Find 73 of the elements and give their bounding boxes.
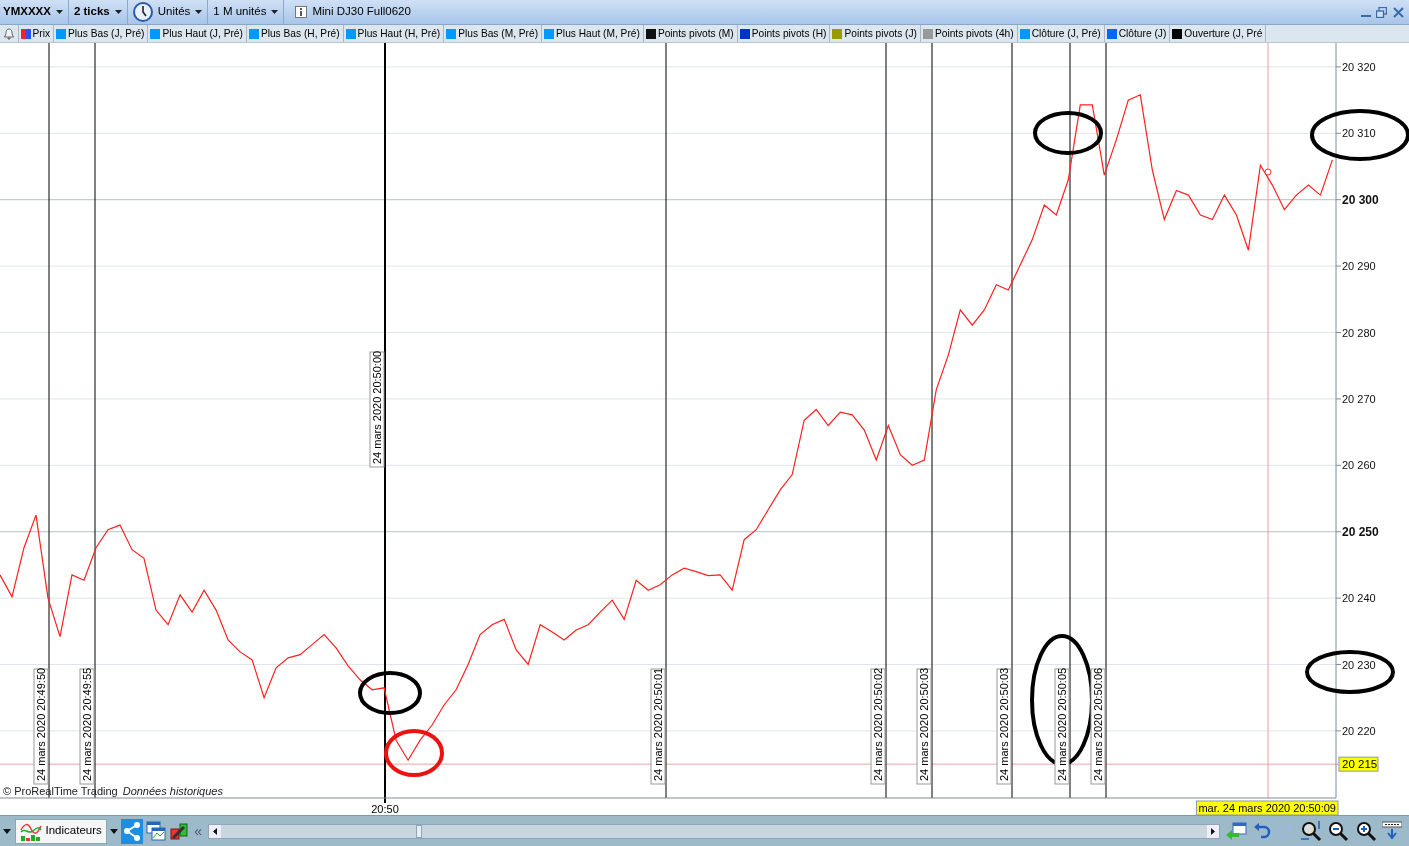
axis-label: 20 280 [1342, 326, 1376, 339]
cursor-point [1264, 168, 1272, 176]
date-label: mar. 24 mars 2020 20:50:09 [1195, 800, 1339, 815]
ellipse-mark [1033, 111, 1103, 155]
legend-item[interactable]: Plus Bas (H, Pré) [246, 25, 344, 42]
menu-icon[interactable] [1382, 821, 1403, 841]
indicator-chart-icon [19, 821, 42, 841]
zoom-out-icon[interactable] [1327, 820, 1350, 842]
legend-item[interactable]: Plus Haut (M, Pré) [542, 25, 644, 42]
legend-item[interactable]: Points pivots (H) [737, 25, 831, 42]
axis-label: 20 310 [1342, 127, 1376, 140]
clock-icon [132, 2, 153, 22]
time-label: 24 mars 2020 20:50:03 [996, 667, 1012, 785]
collapse-toggle[interactable]: « [191, 820, 205, 842]
time-label: 24 mars 2020 20:50:03 [916, 667, 932, 785]
axis-label: 20 320 [1342, 60, 1376, 73]
time-label: 24 mars 2020 20:49:55 [79, 667, 95, 785]
data-source-text: Données historiques [122, 785, 223, 797]
legend-item[interactable]: Plus Haut (J, Pré) [148, 25, 247, 42]
scroll-thumb[interactable] [415, 824, 422, 838]
bell-icon[interactable] [2, 27, 15, 40]
toolbar-dropdown[interactable]: Unités [127, 0, 209, 24]
close-icon[interactable] [1392, 6, 1404, 18]
calendar-arrow-icon[interactable] [1225, 820, 1248, 842]
legend-item[interactable]: Clôture (J) [1104, 25, 1171, 42]
caret-icon [55, 10, 63, 14]
time-label: 24 mars 2020 20:50:01 [650, 667, 666, 785]
legend-item[interactable]: Points pivots (M) [643, 25, 738, 42]
legend-item[interactable]: Ouverture (J, Pré [1170, 25, 1267, 42]
undo-icon[interactable] [1252, 822, 1271, 840]
time-label: 24 mars 2020 20:50:02 [870, 667, 886, 785]
legend-item[interactable]: Clôture (J, Pré) [1017, 25, 1105, 42]
axis-label: 20 250 [1342, 524, 1379, 539]
time-label: 24 mars 2020 20:50:06 [1090, 667, 1106, 785]
legend-item[interactable]: Plus Haut (H, Pré) [343, 25, 445, 42]
axis-label: 20 240 [1342, 592, 1376, 605]
time-label: 24 mars 2020 20:50:00 [369, 350, 385, 468]
axis-label: 20 230 [1342, 658, 1376, 671]
legend-item[interactable]: Plus Bas (M, Pré) [444, 25, 543, 42]
ellipse-mark [358, 671, 422, 715]
legend-item[interactable]: Prix [18, 25, 55, 42]
ref-line-label: 20 215 [1342, 758, 1378, 771]
zoom-fit-icon[interactable] [1299, 820, 1322, 842]
toolbar-dropdown[interactable]: 1 M unités [208, 0, 285, 24]
legend-item[interactable]: Points pivots (J) [830, 25, 921, 42]
restore-icon[interactable] [1376, 6, 1387, 18]
caret-icon [195, 10, 203, 14]
legend-item[interactable]: Plus Bas (J, Pré) [54, 25, 149, 42]
axis-label: 20 290 [1342, 260, 1376, 273]
axis-label: 20 260 [1342, 459, 1376, 472]
legend-item[interactable]: Points pivots (4h) [920, 25, 1018, 42]
zoom-in-icon[interactable] [1354, 820, 1377, 842]
toolbar-dropdown[interactable]: 2 ticks [68, 0, 128, 24]
axis-label: 20:50 [371, 803, 399, 815]
axis-label: 20 220 [1342, 724, 1376, 737]
axis-label: 20 270 [1342, 392, 1376, 405]
toolbar-dropdown[interactable]: YMXXXX [0, 0, 69, 24]
indicators-button[interactable]: Indicateurs [14, 818, 107, 844]
caret-icon[interactable] [2, 828, 12, 834]
info-icon [295, 6, 308, 18]
scroll-left-icon[interactable] [208, 824, 221, 838]
caret-icon[interactable] [109, 828, 119, 834]
caret-icon [271, 10, 279, 14]
instrument-label[interactable]: Mini DJ30 Full0620 [290, 0, 416, 24]
time-label: 24 mars 2020 20:50:05 [1054, 667, 1070, 785]
axis-label: 20 300 [1342, 192, 1379, 207]
time-label: 24 mars 2020 20:49:50 [33, 667, 49, 785]
scrollbar[interactable] [207, 823, 1220, 839]
caret-icon [114, 10, 122, 14]
windows-icon[interactable] [146, 821, 166, 841]
scroll-right-icon[interactable] [1206, 824, 1219, 838]
price-label: 20 215 [1338, 756, 1379, 772]
ellipse-mark [384, 729, 444, 777]
